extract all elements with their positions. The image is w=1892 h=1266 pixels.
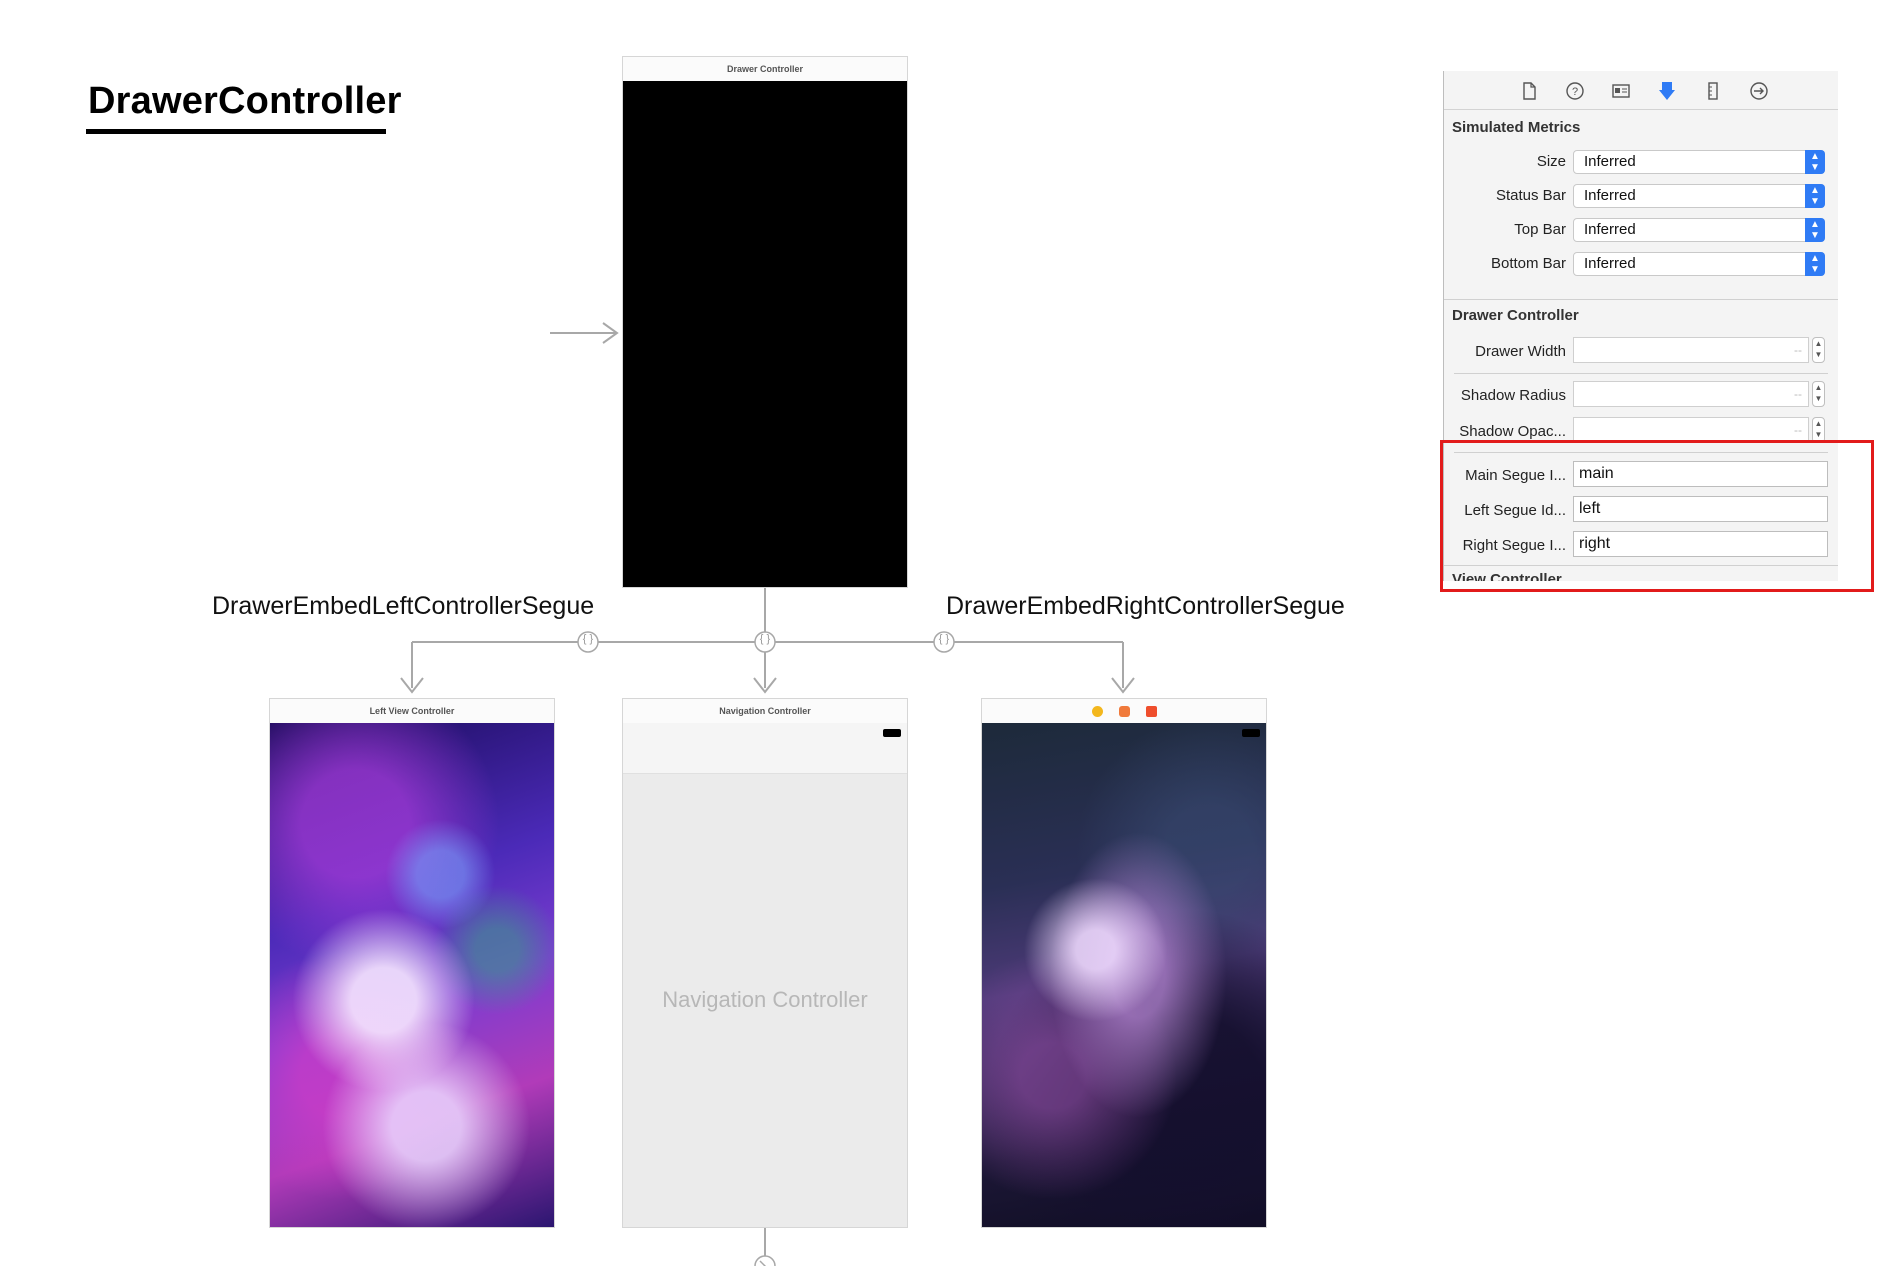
svg-text:?: ? [1572,86,1578,98]
scene-title: Left View Controller [270,699,554,724]
initial-entry-arrow [550,322,619,344]
section-title-simulated-metrics: Simulated Metrics [1452,119,1581,136]
size-value: Inferred [1584,153,1636,170]
shadow-radius-field[interactable]: -- [1573,381,1809,407]
top-bar-label: Top Bar [1514,221,1566,238]
section-title-drawer-controller: Drawer Controller [1452,307,1579,324]
status-bar-popup[interactable]: Inferred ▲ ▼ [1573,184,1825,208]
size-label: Size [1536,153,1566,170]
relationship-segue-node[interactable] [754,1255,776,1266]
battery-icon [1242,729,1260,737]
navigation-placeholder-label: Navigation Controller [662,987,868,1012]
navigation-controller-scene[interactable]: Navigation Controller Navigation Control… [622,698,908,1228]
section-divider [1444,299,1838,300]
segue-embed-icon-left: { } [582,633,594,645]
scene-dock [982,699,1266,724]
shadow-radius-stepper[interactable]: ▲ ▼ [1812,381,1825,407]
shadow-opacity-label: Shadow Opac... [1459,423,1566,440]
view-controller-dock-icon[interactable] [1091,705,1103,717]
top-bar-popup[interactable]: Inferred ▲ ▼ [1573,218,1825,242]
identity-icon[interactable] [1610,80,1632,102]
size-popup[interactable]: Inferred ▲ ▼ [1573,150,1825,174]
navigation-bar[interactable] [623,723,907,774]
drawer-width-label: Drawer Width [1475,343,1566,360]
file-icon[interactable] [1518,80,1540,102]
attributes-icon[interactable] [1656,80,1678,102]
drawer-controller-scene[interactable]: Drawer Controller [622,56,908,588]
popup-arrows-icon: ▲ ▼ [1805,252,1825,276]
navigation-body: Navigation Controller [623,723,907,1227]
first-responder-dock-icon[interactable] [1118,705,1130,717]
bottom-bar-popup[interactable]: Inferred ▲ ▼ [1573,252,1825,276]
bottom-bar-value: Inferred [1584,255,1636,272]
popup-arrows-icon: ▲ ▼ [1805,150,1825,174]
battery-icon [883,729,901,737]
inspector-toolbar: ? [1444,71,1838,110]
popup-arrows-icon: ▲ ▼ [1805,218,1825,242]
segue-embed-icon-main: { } [759,633,771,645]
help-icon[interactable]: ? [1564,80,1586,102]
status-bar-value: Inferred [1584,187,1636,204]
status-bar-label: Status Bar [1495,187,1566,204]
size-icon[interactable] [1702,80,1724,102]
popup-arrows-icon: ▲ ▼ [1805,184,1825,208]
right-segue-label: DrawerEmbedRightControllerSegue [946,592,1345,620]
shadow-radius-label: Shadow Radius [1460,387,1566,404]
exit-dock-icon[interactable] [1145,705,1157,717]
left-segue-label: DrawerEmbedLeftControllerSegue [212,592,595,620]
left-view-controller-scene[interactable]: Left View Controller [269,698,555,1228]
scene-title: Drawer Controller [623,57,907,82]
right-view-controller-scene[interactable] [981,698,1267,1228]
highlight-box [1440,440,1874,592]
bottom-bar-label: Bottom Bar [1490,255,1566,272]
top-bar-value: Inferred [1584,221,1636,238]
connections-icon[interactable] [1748,80,1770,102]
galaxy-background-image [270,723,554,1227]
drawer-width-field[interactable]: -- [1573,337,1809,363]
drawer-view[interactable] [623,81,907,587]
drawer-width-stepper[interactable]: ▲ ▼ [1812,337,1825,363]
scene-title: Navigation Controller [623,699,907,724]
segue-embed-icon-right: { } [938,633,950,645]
nebula-background-image [982,723,1266,1227]
row-divider [1454,373,1828,374]
